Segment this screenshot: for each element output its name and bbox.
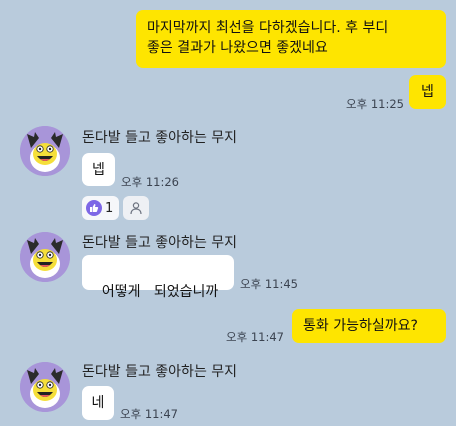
message-time: 오후 11:26 (121, 175, 179, 189)
person-icon (130, 202, 142, 215)
muji-sticker-avatar-icon (20, 232, 70, 282)
message-time: 오후 11:47 (120, 407, 178, 421)
sender-name: 돈다발 들고 좋아하는 무지 (82, 130, 238, 146)
message-text: 어떻게 되었습니까 (101, 284, 219, 301)
sender-name: 돈다발 들고 좋아하는 무지 (82, 364, 238, 380)
sender-avatar[interactable] (20, 362, 70, 412)
muji-sticker-avatar-icon (20, 362, 70, 412)
add-reaction-button[interactable] (123, 196, 150, 220)
message-text: 넵 (92, 162, 105, 178)
my-message-bubble[interactable]: 통화 가능하실까요? (292, 309, 446, 343)
muji-sticker-avatar-icon (20, 126, 70, 176)
sender-avatar[interactable] (20, 232, 70, 282)
sender-name: 돈다발 들고 좋아하는 무지 (82, 235, 238, 251)
other-message-bubble[interactable]: 어떻게 되었습니까 (82, 255, 234, 300)
reaction-count: 1 (105, 200, 114, 216)
other-message-bubble[interactable]: 넵 (82, 153, 115, 186)
reaction-bar: 1 (82, 195, 150, 221)
message-text: 네 (91, 395, 105, 411)
message-text-line: 마지막까지 최선을 다하겠습니다. 후 부디 (147, 20, 389, 36)
message-time: 오후 11:45 (240, 277, 298, 291)
thumbs-up-icon (86, 200, 102, 216)
other-message-bubble[interactable]: 네 (82, 386, 114, 420)
message-text-line: 좋은 결과가 나왔으면 좋겠네요 (147, 40, 328, 57)
message-text: 통화 가능하실까요? (303, 318, 418, 334)
my-message-bubble[interactable]: 마지막까지 최선을 다하겠습니다. 후 부디 좋은 결과가 나왔으면 좋겠네요 (136, 10, 446, 68)
message-time: 오후 11:47 (226, 330, 284, 344)
like-reaction-chip[interactable]: 1 (82, 196, 120, 220)
message-text: 넵 (421, 84, 434, 100)
message-time: 오후 11:25 (346, 97, 404, 111)
sender-avatar[interactable] (20, 126, 70, 176)
my-message-bubble[interactable]: 넵 (409, 75, 446, 109)
